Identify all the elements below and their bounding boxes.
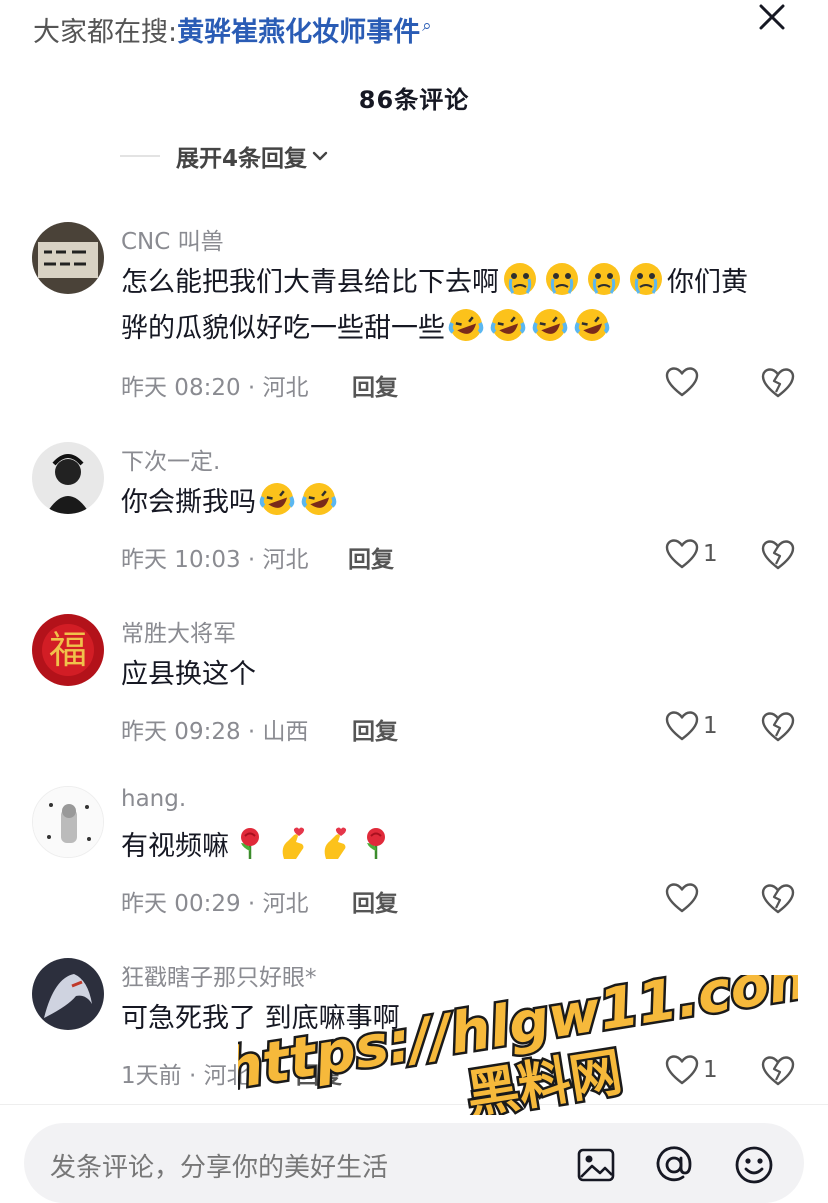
avatar[interactable] <box>32 786 104 858</box>
comment-item: 下次一定. 你会撕我吗 昨天 10:03 · 河北 回复 1 <box>0 442 828 602</box>
comment-input[interactable]: 发条评论，分享你的美好生活 <box>24 1123 804 1203</box>
crying-face-icon <box>586 261 622 297</box>
comment-item: CNC 叫兽 怎么能把我们大青县给比下去啊 你们黄 骅的瓜貌似好吃一些甜一些 昨天… <box>0 222 828 401</box>
like-button[interactable] <box>665 362 735 402</box>
search-icon: ⌕ <box>422 16 432 36</box>
crying-face-icon <box>628 261 664 297</box>
like-count: 1 <box>703 713 718 739</box>
comment-item: 福 常胜大将军 应县换这个 昨天 09:28 · 山西 回复 1 <box>0 614 828 774</box>
laughing-tears-icon <box>259 481 295 517</box>
avatar[interactable] <box>32 222 104 294</box>
comment-count: 86条评论 <box>358 86 470 114</box>
comment-text: 可急死我了 到底嘛事啊 <box>121 1003 400 1034</box>
search-term[interactable]: 黄骅崔燕化妆师事件 <box>177 17 420 48</box>
svg-text:福: 福 <box>49 628 87 672</box>
comment-username[interactable]: 常胜大将军 <box>121 614 236 648</box>
heart-icon <box>665 711 699 741</box>
reply-button[interactable]: 回复 <box>352 884 398 918</box>
comment-text-part: 有视频嘛 <box>121 831 229 862</box>
expand-replies-label: 展开4条回复 <box>176 146 308 172</box>
chevron-down-icon <box>312 151 328 161</box>
laughing-tears-icon <box>301 481 337 517</box>
top-bar: 大家都在搜:黄骅崔燕化妆师事件 ⌕ <box>0 0 828 60</box>
dislike-broken-heart-icon[interactable] <box>761 366 795 400</box>
search-suggestion[interactable]: 大家都在搜:黄骅崔燕化妆师事件 ⌕ <box>33 10 432 49</box>
heart-icon <box>665 883 699 913</box>
comment-username[interactable]: hang. <box>121 786 186 812</box>
crying-face-icon <box>544 261 580 297</box>
comment-text-part: 怎么能把我们大青县给比下去啊 <box>121 267 499 298</box>
comment-text: 有视频嘛 <box>121 824 801 870</box>
dislike-broken-heart-icon[interactable] <box>761 1054 795 1088</box>
image-icon[interactable] <box>576 1145 616 1185</box>
like-button[interactable]: 1 <box>665 706 735 746</box>
dislike-broken-heart-icon[interactable] <box>761 710 795 744</box>
mention-icon[interactable] <box>654 1145 694 1185</box>
heart-icon <box>665 1055 699 1085</box>
like-button[interactable]: 1 <box>665 1050 735 1090</box>
close-icon[interactable] <box>755 0 789 34</box>
laughing-tears-icon <box>574 307 610 343</box>
comment-item: hang. 有视频嘛 昨天 00:29 · 河北 回复 <box>0 786 828 946</box>
like-button[interactable] <box>665 878 735 918</box>
comment-text-part: 你会撕我吗 <box>121 487 256 518</box>
reply-button[interactable]: 回复 <box>348 540 394 574</box>
laughing-tears-icon <box>448 307 484 343</box>
like-count: 1 <box>703 1057 718 1083</box>
comment-text-part: 你们黄 <box>667 267 748 298</box>
heart-icon <box>665 539 699 569</box>
comment-text: 怎么能把我们大青县给比下去啊 你们黄 骅的瓜貌似好吃一些甜一些 <box>121 260 801 352</box>
rose-icon <box>232 825 268 861</box>
comment-text-part: 骅的瓜貌似好吃一些甜一些 <box>121 313 445 344</box>
avatar[interactable] <box>32 442 104 514</box>
heart-icon <box>665 367 699 397</box>
laughing-tears-icon <box>490 307 526 343</box>
dislike-broken-heart-icon[interactable] <box>761 882 795 916</box>
comment-username[interactable]: CNC 叫兽 <box>121 222 224 256</box>
comment-meta: 昨天 10:03 · 河北 <box>121 547 309 573</box>
laughing-tears-icon <box>532 307 568 343</box>
avatar[interactable] <box>32 958 104 1030</box>
finger-heart-icon <box>274 825 310 861</box>
rose-icon <box>358 825 394 861</box>
comment-composer: 发条评论，分享你的美好生活 <box>0 1104 828 1203</box>
expand-replies-button[interactable]: 展开4条回复 <box>120 140 329 172</box>
like-button[interactable]: 1 <box>665 534 735 574</box>
avatar[interactable]: 福 <box>32 614 104 686</box>
comment-item: 狂戳瞎子那只好眼* 可急死我了 到底嘛事啊 1天前 · 河北 回复 1 <box>0 958 828 1118</box>
comment-meta: 1天前 · 河北 <box>121 1063 250 1089</box>
search-prefix-label: 大家都在搜: <box>33 17 178 48</box>
comment-meta: 昨天 09:28 · 山西 <box>121 719 309 745</box>
crying-face-icon <box>502 261 538 297</box>
comment-meta: 昨天 00:29 · 河北 <box>121 891 309 917</box>
finger-heart-icon <box>316 825 352 861</box>
comment-username[interactable]: 狂戳瞎子那只好眼* <box>121 958 317 992</box>
reply-button[interactable]: 回复 <box>352 712 398 746</box>
comment-meta: 昨天 08:20 · 河北 <box>121 375 309 401</box>
like-count: 1 <box>703 541 718 567</box>
comment-username[interactable]: 下次一定. <box>121 442 220 476</box>
emoji-icon[interactable] <box>734 1145 774 1185</box>
divider <box>120 155 160 157</box>
comment-text: 应县换这个 <box>121 659 256 690</box>
reply-button[interactable]: 回复 <box>296 1056 342 1090</box>
reply-button[interactable]: 回复 <box>352 368 398 402</box>
comment-input-placeholder: 发条评论，分享你的美好生活 <box>50 1153 389 1183</box>
dislike-broken-heart-icon[interactable] <box>761 538 795 572</box>
comment-text: 你会撕我吗 <box>121 480 801 526</box>
